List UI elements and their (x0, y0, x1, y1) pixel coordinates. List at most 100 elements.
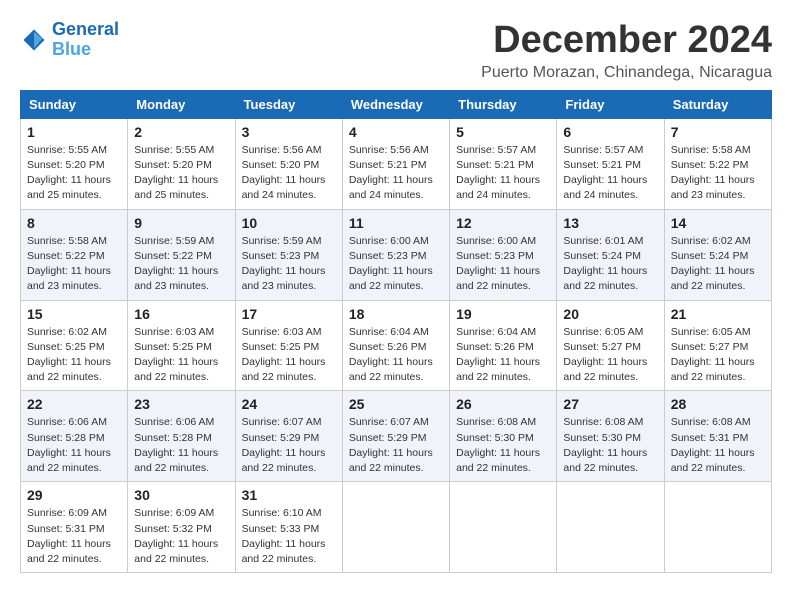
calendar-cell: 3 Sunrise: 5:56 AM Sunset: 5:20 PM Dayli… (235, 118, 342, 209)
day-info: Sunrise: 5:59 AM Sunset: 5:23 PM Dayligh… (242, 234, 336, 295)
day-number: 8 (27, 215, 121, 231)
day-info: Sunrise: 6:08 AM Sunset: 5:31 PM Dayligh… (671, 415, 765, 476)
calendar-cell: 25 Sunrise: 6:07 AM Sunset: 5:29 PM Dayl… (342, 391, 449, 482)
day-info: Sunrise: 5:57 AM Sunset: 5:21 PM Dayligh… (563, 143, 657, 204)
day-number: 17 (242, 306, 336, 322)
day-number: 22 (27, 396, 121, 412)
calendar-table: SundayMondayTuesdayWednesdayThursdayFrid… (20, 90, 772, 573)
calendar-cell: 11 Sunrise: 6:00 AM Sunset: 5:23 PM Dayl… (342, 209, 449, 300)
calendar-cell: 20 Sunrise: 6:05 AM Sunset: 5:27 PM Dayl… (557, 300, 664, 391)
day-number: 16 (134, 306, 228, 322)
calendar-week-3: 15 Sunrise: 6:02 AM Sunset: 5:25 PM Dayl… (21, 300, 772, 391)
location-title: Puerto Morazan, Chinandega, Nicaragua (481, 64, 772, 82)
day-number: 12 (456, 215, 550, 231)
day-info: Sunrise: 6:07 AM Sunset: 5:29 PM Dayligh… (349, 415, 443, 476)
day-info: Sunrise: 6:09 AM Sunset: 5:31 PM Dayligh… (27, 506, 121, 567)
day-number: 25 (349, 396, 443, 412)
day-number: 9 (134, 215, 228, 231)
day-info: Sunrise: 6:00 AM Sunset: 5:23 PM Dayligh… (456, 234, 550, 295)
day-number: 14 (671, 215, 765, 231)
calendar-cell: 23 Sunrise: 6:06 AM Sunset: 5:28 PM Dayl… (128, 391, 235, 482)
calendar-cell (342, 482, 449, 573)
day-number: 1 (27, 124, 121, 140)
calendar-cell: 6 Sunrise: 5:57 AM Sunset: 5:21 PM Dayli… (557, 118, 664, 209)
month-title: December 2024 (481, 20, 772, 62)
calendar-cell: 18 Sunrise: 6:04 AM Sunset: 5:26 PM Dayl… (342, 300, 449, 391)
calendar-week-1: 1 Sunrise: 5:55 AM Sunset: 5:20 PM Dayli… (21, 118, 772, 209)
day-number: 30 (134, 487, 228, 503)
calendar-cell: 30 Sunrise: 6:09 AM Sunset: 5:32 PM Dayl… (128, 482, 235, 573)
calendar-cell: 10 Sunrise: 5:59 AM Sunset: 5:23 PM Dayl… (235, 209, 342, 300)
day-info: Sunrise: 6:03 AM Sunset: 5:25 PM Dayligh… (242, 325, 336, 386)
logo: General Blue (20, 20, 119, 60)
day-info: Sunrise: 5:56 AM Sunset: 5:21 PM Dayligh… (349, 143, 443, 204)
day-info: Sunrise: 6:05 AM Sunset: 5:27 PM Dayligh… (671, 325, 765, 386)
day-info: Sunrise: 5:59 AM Sunset: 5:22 PM Dayligh… (134, 234, 228, 295)
weekday-header-tuesday: Tuesday (235, 90, 342, 118)
weekday-header-wednesday: Wednesday (342, 90, 449, 118)
calendar-cell: 9 Sunrise: 5:59 AM Sunset: 5:22 PM Dayli… (128, 209, 235, 300)
day-number: 23 (134, 396, 228, 412)
calendar-cell: 4 Sunrise: 5:56 AM Sunset: 5:21 PM Dayli… (342, 118, 449, 209)
day-info: Sunrise: 6:02 AM Sunset: 5:24 PM Dayligh… (671, 234, 765, 295)
calendar-cell: 15 Sunrise: 6:02 AM Sunset: 5:25 PM Dayl… (21, 300, 128, 391)
calendar-cell: 13 Sunrise: 6:01 AM Sunset: 5:24 PM Dayl… (557, 209, 664, 300)
calendar-cell: 5 Sunrise: 5:57 AM Sunset: 5:21 PM Dayli… (450, 118, 557, 209)
day-number: 3 (242, 124, 336, 140)
calendar-cell: 22 Sunrise: 6:06 AM Sunset: 5:28 PM Dayl… (21, 391, 128, 482)
calendar-cell: 19 Sunrise: 6:04 AM Sunset: 5:26 PM Dayl… (450, 300, 557, 391)
day-info: Sunrise: 6:04 AM Sunset: 5:26 PM Dayligh… (456, 325, 550, 386)
day-number: 28 (671, 396, 765, 412)
calendar-cell: 14 Sunrise: 6:02 AM Sunset: 5:24 PM Dayl… (664, 209, 771, 300)
day-info: Sunrise: 6:07 AM Sunset: 5:29 PM Dayligh… (242, 415, 336, 476)
day-info: Sunrise: 5:58 AM Sunset: 5:22 PM Dayligh… (671, 143, 765, 204)
calendar-week-4: 22 Sunrise: 6:06 AM Sunset: 5:28 PM Dayl… (21, 391, 772, 482)
calendar-cell: 12 Sunrise: 6:00 AM Sunset: 5:23 PM Dayl… (450, 209, 557, 300)
day-info: Sunrise: 6:00 AM Sunset: 5:23 PM Dayligh… (349, 234, 443, 295)
weekday-header-saturday: Saturday (664, 90, 771, 118)
day-number: 18 (349, 306, 443, 322)
day-info: Sunrise: 5:58 AM Sunset: 5:22 PM Dayligh… (27, 234, 121, 295)
day-info: Sunrise: 6:01 AM Sunset: 5:24 PM Dayligh… (563, 234, 657, 295)
calendar-week-2: 8 Sunrise: 5:58 AM Sunset: 5:22 PM Dayli… (21, 209, 772, 300)
calendar-cell (557, 482, 664, 573)
day-number: 31 (242, 487, 336, 503)
calendar-cell: 21 Sunrise: 6:05 AM Sunset: 5:27 PM Dayl… (664, 300, 771, 391)
calendar-week-5: 29 Sunrise: 6:09 AM Sunset: 5:31 PM Dayl… (21, 482, 772, 573)
day-number: 27 (563, 396, 657, 412)
calendar-cell: 31 Sunrise: 6:10 AM Sunset: 5:33 PM Dayl… (235, 482, 342, 573)
day-info: Sunrise: 5:56 AM Sunset: 5:20 PM Dayligh… (242, 143, 336, 204)
day-info: Sunrise: 6:04 AM Sunset: 5:26 PM Dayligh… (349, 325, 443, 386)
calendar-cell: 27 Sunrise: 6:08 AM Sunset: 5:30 PM Dayl… (557, 391, 664, 482)
calendar-cell: 1 Sunrise: 5:55 AM Sunset: 5:20 PM Dayli… (21, 118, 128, 209)
calendar-cell: 17 Sunrise: 6:03 AM Sunset: 5:25 PM Dayl… (235, 300, 342, 391)
day-info: Sunrise: 6:02 AM Sunset: 5:25 PM Dayligh… (27, 325, 121, 386)
logo-icon (20, 26, 48, 54)
calendar-cell: 16 Sunrise: 6:03 AM Sunset: 5:25 PM Dayl… (128, 300, 235, 391)
calendar-cell: 26 Sunrise: 6:08 AM Sunset: 5:30 PM Dayl… (450, 391, 557, 482)
day-number: 13 (563, 215, 657, 231)
day-info: Sunrise: 5:55 AM Sunset: 5:20 PM Dayligh… (134, 143, 228, 204)
calendar-cell: 7 Sunrise: 5:58 AM Sunset: 5:22 PM Dayli… (664, 118, 771, 209)
day-number: 21 (671, 306, 765, 322)
calendar-cell: 8 Sunrise: 5:58 AM Sunset: 5:22 PM Dayli… (21, 209, 128, 300)
logo-text: General Blue (52, 20, 119, 60)
page-header: General Blue December 2024 Puerto Moraza… (20, 20, 772, 82)
day-number: 24 (242, 396, 336, 412)
day-number: 29 (27, 487, 121, 503)
weekday-header-thursday: Thursday (450, 90, 557, 118)
day-number: 7 (671, 124, 765, 140)
day-info: Sunrise: 6:10 AM Sunset: 5:33 PM Dayligh… (242, 506, 336, 567)
day-number: 11 (349, 215, 443, 231)
calendar-cell: 24 Sunrise: 6:07 AM Sunset: 5:29 PM Dayl… (235, 391, 342, 482)
day-number: 6 (563, 124, 657, 140)
calendar-cell (664, 482, 771, 573)
weekday-header-row: SundayMondayTuesdayWednesdayThursdayFrid… (21, 90, 772, 118)
day-info: Sunrise: 6:03 AM Sunset: 5:25 PM Dayligh… (134, 325, 228, 386)
calendar-title-area: December 2024 Puerto Morazan, Chinandega… (481, 20, 772, 82)
weekday-header-monday: Monday (128, 90, 235, 118)
day-info: Sunrise: 6:08 AM Sunset: 5:30 PM Dayligh… (456, 415, 550, 476)
day-info: Sunrise: 6:09 AM Sunset: 5:32 PM Dayligh… (134, 506, 228, 567)
day-number: 5 (456, 124, 550, 140)
calendar-cell: 28 Sunrise: 6:08 AM Sunset: 5:31 PM Dayl… (664, 391, 771, 482)
